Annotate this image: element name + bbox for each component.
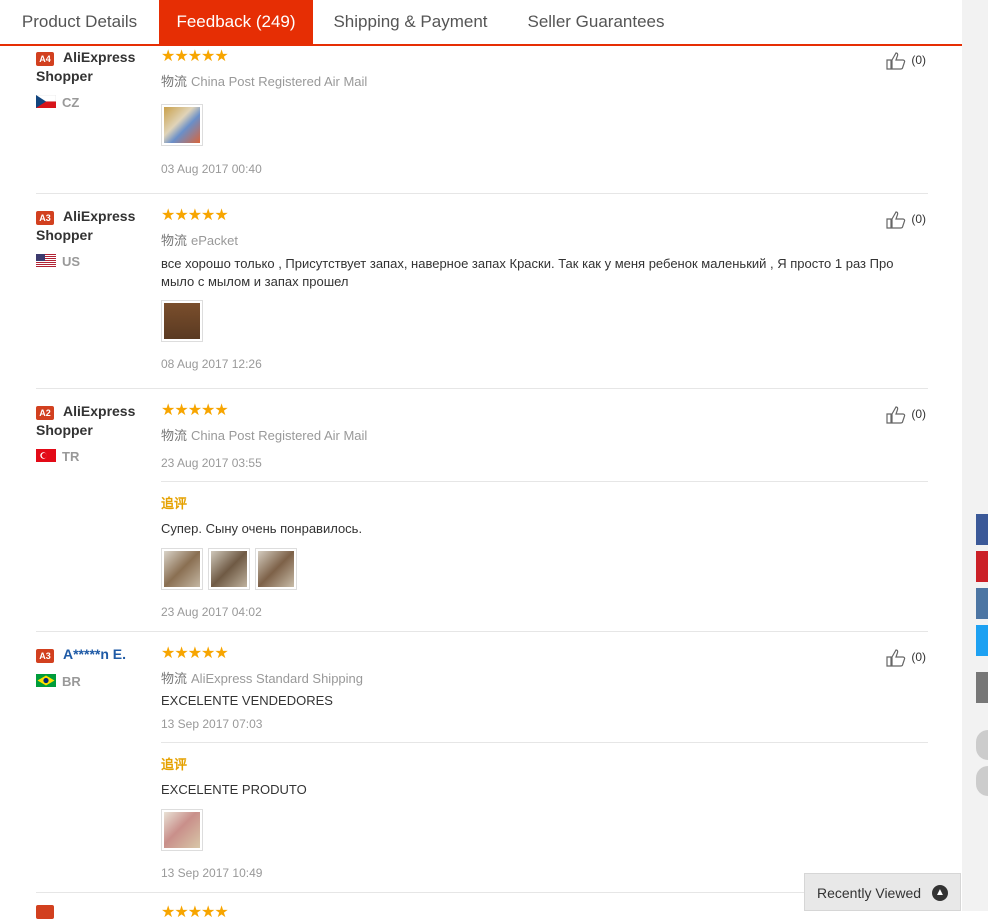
- rating-stars: ★★★★★: [161, 48, 229, 65]
- review-date: 23 Aug 2017 03:55: [161, 456, 262, 470]
- rating-stars: ★★★★★: [161, 207, 229, 224]
- share-more-button[interactable]: [976, 672, 988, 703]
- like-count: (0): [911, 53, 926, 68]
- additional-feedback-date: 23 Aug 2017 04:02: [161, 605, 262, 619]
- tab-product-details[interactable]: Product Details: [0, 0, 159, 44]
- logistics-label: 物流: [161, 428, 188, 443]
- review-date: 08 Aug 2017 12:26: [161, 357, 262, 371]
- buyer-country: US: [62, 254, 81, 269]
- review-photo[interactable]: [161, 300, 203, 342]
- logistics-label: 物流: [161, 74, 188, 89]
- like-button[interactable]: (0): [886, 649, 926, 667]
- review-photo[interactable]: [161, 104, 203, 146]
- additional-feedback-text: Супер. Сыну очень понравилось.: [161, 521, 363, 536]
- chevron-up-icon: ▲: [932, 885, 948, 901]
- review-text: EXCELENTE VENDEDORES: [161, 693, 333, 708]
- like-count: (0): [911, 212, 926, 227]
- like-count: (0): [911, 407, 926, 422]
- back-to-top-icon[interactable]: [976, 766, 988, 796]
- additional-feedback-label: 追评: [161, 757, 188, 772]
- close-icon[interactable]: [976, 730, 988, 760]
- logistics-method: China Post Registered Air Mail: [191, 428, 368, 443]
- review-item: A2 AliExpress Shopper TR ★★★★★ (0) 物流 Chi…: [36, 388, 928, 632]
- like-button[interactable]: (0): [886, 52, 926, 70]
- review-date: 03 Aug 2017 00:40: [161, 162, 262, 176]
- review-text: все хорошо только , Присутствует запах, …: [161, 256, 894, 289]
- buyer-name: AliExpress Shopper: [36, 49, 136, 84]
- tab-shipping-payment[interactable]: Shipping & Payment: [313, 0, 508, 44]
- share-pinterest-button[interactable]: [976, 551, 988, 582]
- buyer-name[interactable]: A*****n E.: [36, 645, 151, 664]
- logistics-info: 物流 AliExpress Standard Shipping: [161, 668, 363, 687]
- review-photo[interactable]: [161, 548, 203, 590]
- logistics-label: 物流: [161, 233, 188, 248]
- flag-br-icon: [36, 674, 56, 687]
- logistics-method: China Post Registered Air Mail: [191, 74, 368, 89]
- recently-viewed-label: Recently Viewed: [817, 885, 922, 901]
- flag-tr-icon: [36, 449, 56, 462]
- review-photo[interactable]: [161, 809, 203, 851]
- buyer-name: AliExpress Shopper: [36, 403, 136, 438]
- logistics-info: 物流 China Post Registered Air Mail: [161, 425, 367, 444]
- flag-cz-icon: [36, 95, 56, 108]
- rating-stars: ★★★★★: [161, 904, 229, 921]
- review-photo[interactable]: [255, 548, 297, 590]
- tab-bar: Product Details Feedback (249) Shipping …: [0, 0, 962, 46]
- logistics-info: 物流 ePacket: [161, 230, 238, 249]
- review-item: A4 AliExpress Shopper CZ ★★★★★ (0) 物流 Chi…: [36, 46, 928, 194]
- rating-stars: ★★★★★: [161, 645, 229, 662]
- flag-us-icon: [36, 254, 56, 267]
- thumbs-up-icon: [886, 52, 906, 70]
- review-item: A3 A*****n E. BR ★★★★★ (0) 物流 AliExpress …: [36, 631, 928, 893]
- buyer-level-badge: [36, 905, 54, 919]
- like-button[interactable]: (0): [886, 211, 926, 229]
- share-twitter-button[interactable]: [976, 625, 988, 656]
- buyer-name: AliExpress Shopper: [36, 208, 136, 243]
- share-facebook-button[interactable]: [976, 514, 988, 545]
- recently-viewed-bar[interactable]: Recently Viewed ▲: [804, 873, 961, 911]
- thumbs-up-icon: [886, 406, 906, 424]
- additional-feedback-text: EXCELENTE PRODUTO: [161, 782, 307, 797]
- tab-feedback[interactable]: Feedback (249): [159, 0, 313, 44]
- divider: [161, 742, 928, 743]
- logistics-method: ePacket: [191, 233, 238, 248]
- buyer-country: BR: [62, 674, 81, 689]
- additional-feedback-label: 追评: [161, 496, 188, 511]
- tab-seller-guarantees[interactable]: Seller Guarantees: [508, 0, 684, 44]
- logistics-info: 物流 China Post Registered Air Mail: [161, 71, 367, 90]
- share-vk-button[interactable]: [976, 588, 988, 619]
- thumbs-up-icon: [886, 211, 906, 229]
- thumbs-up-icon: [886, 649, 906, 667]
- additional-feedback-date: 13 Sep 2017 10:49: [161, 866, 263, 880]
- review-photo[interactable]: [208, 548, 250, 590]
- buyer-country: TR: [62, 449, 80, 464]
- buyer-country: CZ: [62, 95, 80, 110]
- rating-stars: ★★★★★: [161, 402, 229, 419]
- like-button[interactable]: (0): [886, 406, 926, 424]
- review-date: 13 Sep 2017 07:03: [161, 717, 263, 731]
- logistics-label: 物流: [161, 671, 188, 686]
- logistics-method: AliExpress Standard Shipping: [191, 671, 364, 686]
- review-item: A3 AliExpress Shopper US ★★★★★ (0) 物流 ePa…: [36, 193, 928, 389]
- divider: [161, 481, 928, 482]
- like-count: (0): [911, 650, 926, 665]
